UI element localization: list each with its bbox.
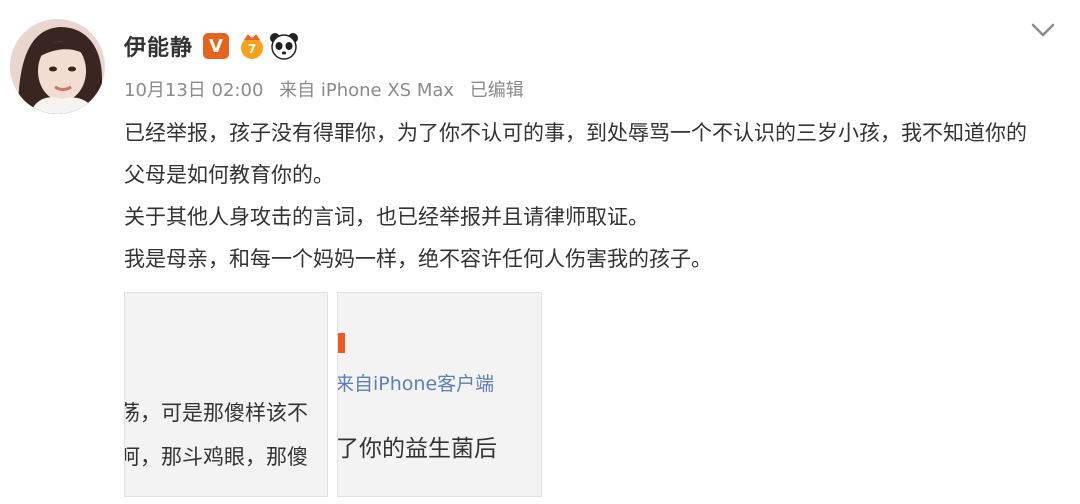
thumbnail-text-line: 了你的益生菌后: [337, 436, 497, 462]
image-thumbnail-1[interactable]: 荡，可是那傻样该不 呵，那斗鸡眼，那傻: [124, 292, 328, 497]
post-meta: 10月13日 02:00 来自 iPhone XS Max 已编辑: [124, 76, 534, 102]
post-source: 来自 iPhone XS Max: [279, 80, 455, 101]
image-thumbnail-2[interactable]: 来自iPhone客户端 了你的益生菌后: [337, 292, 542, 497]
post-paragraph: 关于其他人身攻击的言词，也已经举报并且请律师取证。: [124, 205, 649, 229]
post-paragraph: 我是母亲，和每一个妈妈一样，绝不容许任何人伤害我的孩子。: [124, 247, 712, 271]
avatar-photo-icon: [10, 19, 105, 114]
post-header: 伊能静 V 7: [124, 28, 299, 64]
username[interactable]: 伊能静: [124, 30, 193, 62]
thumbnail-accent-bar: [338, 333, 345, 353]
thumbnail-source-line: 来自iPhone客户端: [337, 373, 495, 395]
chevron-down-icon[interactable]: [1029, 18, 1057, 42]
svg-text:7: 7: [248, 42, 256, 56]
medal-icon[interactable]: 7: [237, 31, 267, 61]
vip-badge-icon[interactable]: V: [203, 33, 230, 59]
post-paragraph: 已经举报，孩子没有得罪你，为了你不认可的事，到处辱骂一个不认识的三岁小孩，我不知…: [124, 121, 1027, 187]
post-body: 已经举报，孩子没有得罪你，为了你不认可的事，到处辱骂一个不认识的三岁小孩，我不知…: [124, 112, 1044, 280]
avatar[interactable]: [10, 19, 105, 114]
thumbnail-text-line: 呵，那斗鸡眼，那傻: [124, 445, 308, 469]
edited-label[interactable]: 已编辑: [470, 80, 524, 101]
post-timestamp[interactable]: 10月13日 02:00: [124, 80, 263, 101]
thumbnail-text-line: 荡，可是那傻样该不: [124, 401, 308, 425]
panda-icon[interactable]: [269, 31, 299, 61]
